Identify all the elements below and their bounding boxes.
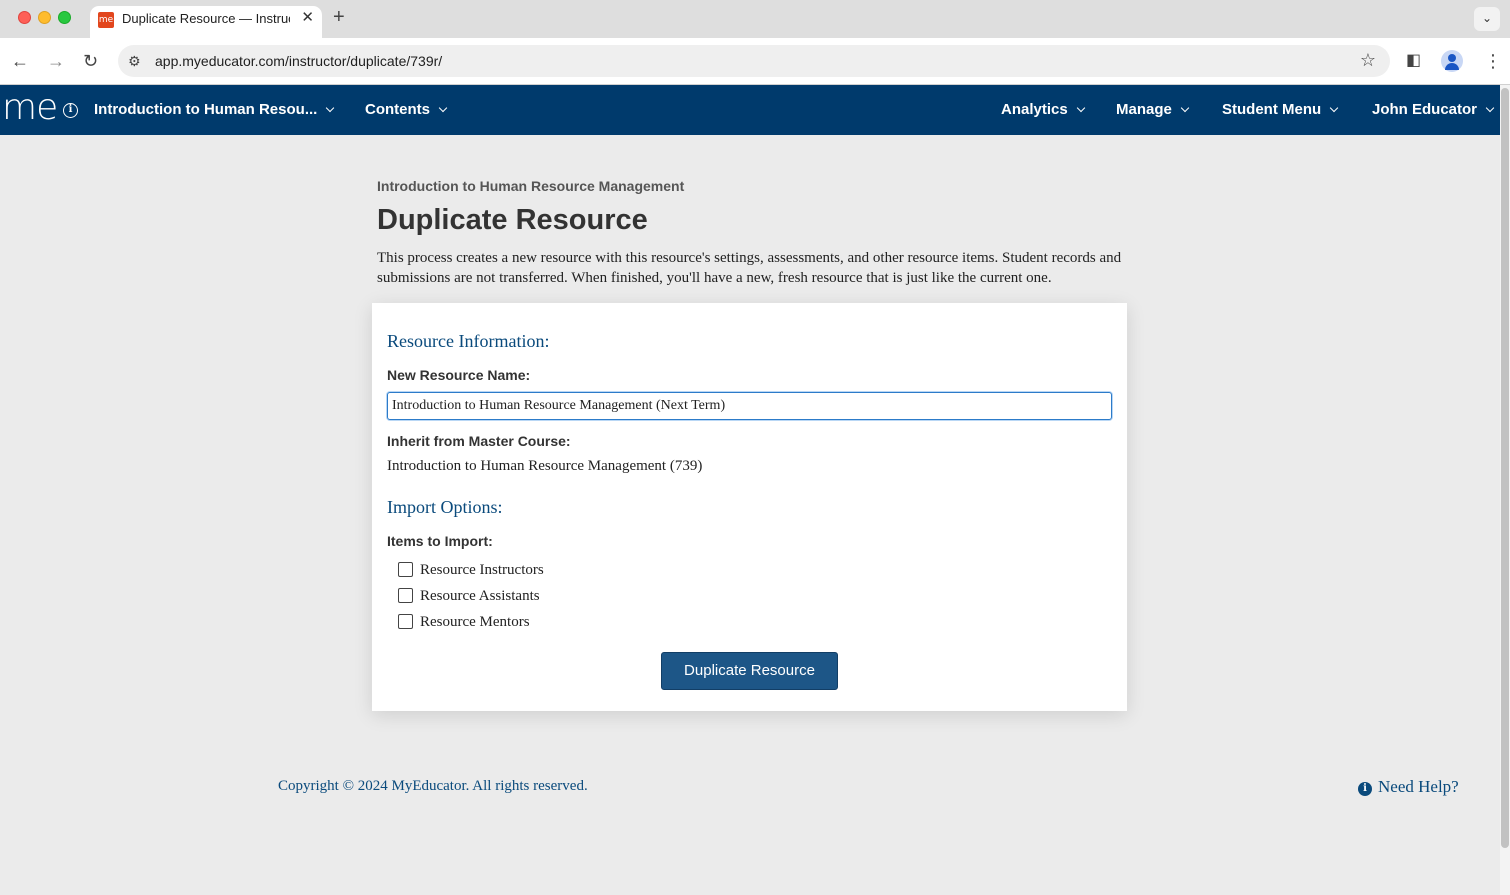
chevron-down-icon (1485, 103, 1495, 113)
user-menu-label: John Educator (1372, 101, 1478, 118)
manage-menu[interactable]: Manage (1116, 101, 1190, 119)
forward-arrow-icon[interactable]: → (47, 50, 65, 72)
reload-icon[interactable]: ↻ (83, 50, 98, 72)
copyright-text: Copyright © 2024 MyEducator. All rights … (278, 778, 588, 794)
browser-tab[interactable]: me Duplicate Resource — Instructor ✕ (90, 6, 322, 38)
analytics-menu[interactable]: Analytics (1001, 101, 1085, 119)
info-icon[interactable]: i (63, 103, 78, 118)
page-description: This process creates a new resource with… (377, 250, 1122, 286)
page-title: Duplicate Resource (377, 204, 648, 236)
master-course-value: Introduction to Human Resource Managemen… (387, 458, 703, 474)
window-close-button[interactable] (18, 11, 31, 24)
chevron-down-icon (438, 103, 448, 113)
course-menu[interactable]: Introduction to Human Resou... (94, 101, 335, 119)
user-menu[interactable]: John Educator (1372, 101, 1495, 119)
close-tab-icon[interactable]: ✕ (301, 10, 314, 26)
analytics-menu-label: Analytics (1001, 101, 1068, 118)
tab-search-chevron-icon[interactable]: ⌄ (1474, 7, 1500, 31)
need-help-link[interactable]: i Need Help? (1358, 777, 1459, 797)
chevron-down-icon (1329, 103, 1339, 113)
course-name: Introduction to Human Resource Managemen… (377, 178, 685, 194)
chevron-down-icon (1180, 103, 1190, 113)
help-info-icon: i (1358, 782, 1372, 796)
address-bar[interactable]: ⚙ app.myeducator.com/instructor/duplicat… (118, 45, 1390, 77)
instructors-checkbox[interactable] (398, 562, 413, 577)
master-course-label: Inherit from Master Course: (387, 433, 571, 449)
page-scrollbar-thumb[interactable] (1501, 88, 1509, 848)
new-resource-name-input[interactable] (387, 392, 1112, 420)
url-text[interactable]: app.myeducator.com/instructor/duplicate/… (155, 52, 442, 70)
side-panel-icon[interactable]: ◧ (1406, 50, 1421, 72)
myeducator-logo[interactable]: me (2, 90, 58, 126)
mentors-checkbox-label[interactable]: Resource Mentors (420, 613, 530, 631)
course-menu-label: Introduction to Human Resou... (94, 101, 318, 118)
window-minimize-button[interactable] (38, 11, 51, 24)
import-options-heading: Import Options: (387, 497, 503, 517)
new-tab-icon[interactable]: + (333, 7, 345, 27)
contents-menu[interactable]: Contents (365, 101, 448, 119)
chevron-down-icon (326, 103, 335, 113)
manage-menu-label: Manage (1116, 101, 1172, 118)
new-name-label: New Resource Name: (387, 367, 531, 383)
student-menu-label: Student Menu (1222, 101, 1322, 118)
favicon-icon: me (98, 12, 114, 28)
contents-menu-label: Contents (365, 101, 430, 118)
items-to-import-label: Items to Import: (387, 533, 493, 549)
assistants-checkbox-label[interactable]: Resource Assistants (420, 587, 540, 605)
instructors-checkbox-label[interactable]: Resource Instructors (420, 561, 544, 579)
tab-title: Duplicate Resource — Instructor (122, 11, 290, 26)
duplicate-form-card: Resource Information: New Resource Name:… (372, 303, 1127, 711)
app-navbar: me i Introduction to Human Resou... Cont… (0, 85, 1500, 135)
bookmark-star-icon[interactable]: ☆ (1360, 50, 1376, 70)
browser-toolbar: ← → ↻ ⚙ app.myeducator.com/instructor/du… (0, 38, 1510, 85)
browser-menu-icon[interactable]: ⋮ (1484, 50, 1502, 72)
assistants-checkbox[interactable] (398, 588, 413, 603)
chevron-down-icon (1076, 103, 1085, 113)
need-help-label: Need Help? (1378, 777, 1459, 796)
profile-avatar-icon[interactable] (1441, 50, 1463, 72)
browser-tab-strip: me Duplicate Resource — Instructor ✕ + ⌄ (0, 0, 1510, 38)
window-zoom-button[interactable] (58, 11, 71, 24)
mentors-checkbox[interactable] (398, 614, 413, 629)
student-menu[interactable]: Student Menu (1222, 101, 1339, 119)
site-settings-icon[interactable]: ⚙ (128, 51, 141, 71)
resource-info-heading: Resource Information: (387, 331, 550, 351)
back-arrow-icon[interactable]: ← (11, 50, 29, 72)
duplicate-resource-button[interactable]: Duplicate Resource (661, 652, 838, 690)
